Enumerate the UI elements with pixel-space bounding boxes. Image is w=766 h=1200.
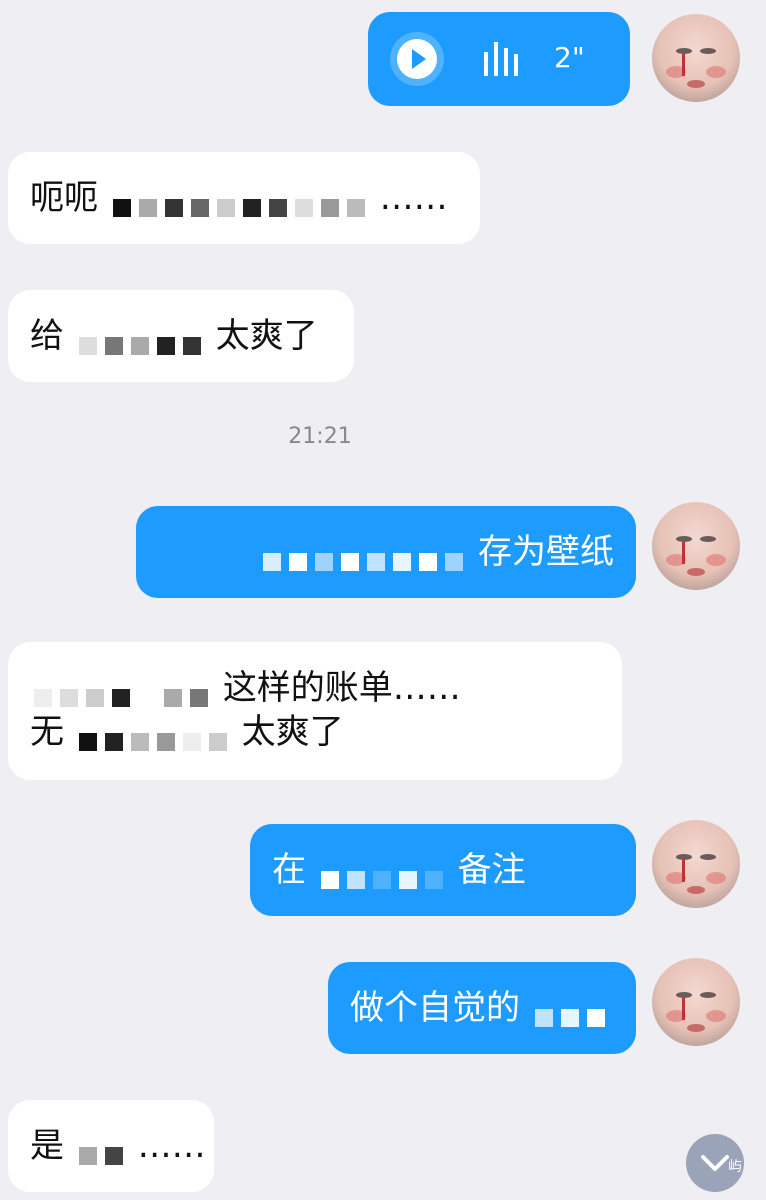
- message-text: 是: [30, 1126, 64, 1166]
- received-message-bubble[interactable]: 呃呃 ……: [8, 152, 480, 244]
- user-avatar[interactable]: [652, 958, 740, 1046]
- message-text: 呃呃: [30, 178, 98, 218]
- message-timestamp: 21:21: [288, 424, 352, 449]
- message-text-end: ……: [137, 1126, 206, 1166]
- voice-wave-icon: [482, 38, 524, 93]
- mosaic-blur: [109, 185, 369, 217]
- mosaic-blur: [317, 857, 447, 889]
- message-text-line2-start: 无: [30, 712, 64, 752]
- sent-message-bubble[interactable]: 做个自觉的: [328, 962, 636, 1054]
- message-text: 给: [30, 316, 64, 356]
- message-text-line2-end: 太爽了: [241, 712, 344, 752]
- received-message-bubble[interactable]: 这样的账单…… 无 太爽了: [8, 642, 622, 780]
- received-message-bubble[interactable]: 是 ……: [8, 1100, 214, 1192]
- message-text-end: 备注: [457, 850, 526, 890]
- mosaic-blur: [75, 719, 231, 751]
- message-text-end: 太爽了: [215, 316, 318, 356]
- sent-message-bubble[interactable]: 在 备注: [250, 824, 636, 916]
- voice-duration: 2": [554, 41, 585, 74]
- message-text: 在: [272, 850, 306, 890]
- chevron-down-icon: [701, 1155, 729, 1171]
- user-avatar[interactable]: [652, 14, 740, 102]
- message-text-line1: 这样的账单……: [222, 668, 461, 708]
- message-text-end: ……: [379, 178, 448, 218]
- user-avatar[interactable]: [652, 820, 740, 908]
- user-avatar[interactable]: [652, 502, 740, 590]
- mosaic-blur: [75, 1133, 127, 1165]
- mosaic-blur: [30, 675, 212, 707]
- voice-message-bubble[interactable]: 2": [368, 12, 630, 106]
- message-text: 做个自觉的: [350, 988, 520, 1028]
- received-message-bubble[interactable]: 给 太爽了: [8, 290, 354, 382]
- mosaic-blur: [75, 323, 205, 355]
- sent-message-bubble[interactable]: 存为壁纸: [136, 506, 636, 598]
- scroll-button-watermark: 屿: [728, 1159, 742, 1175]
- play-icon[interactable]: [390, 32, 444, 86]
- message-text-end: 存为壁纸: [478, 532, 614, 572]
- mosaic-blur: [531, 995, 609, 1027]
- mosaic-blur: [259, 539, 467, 571]
